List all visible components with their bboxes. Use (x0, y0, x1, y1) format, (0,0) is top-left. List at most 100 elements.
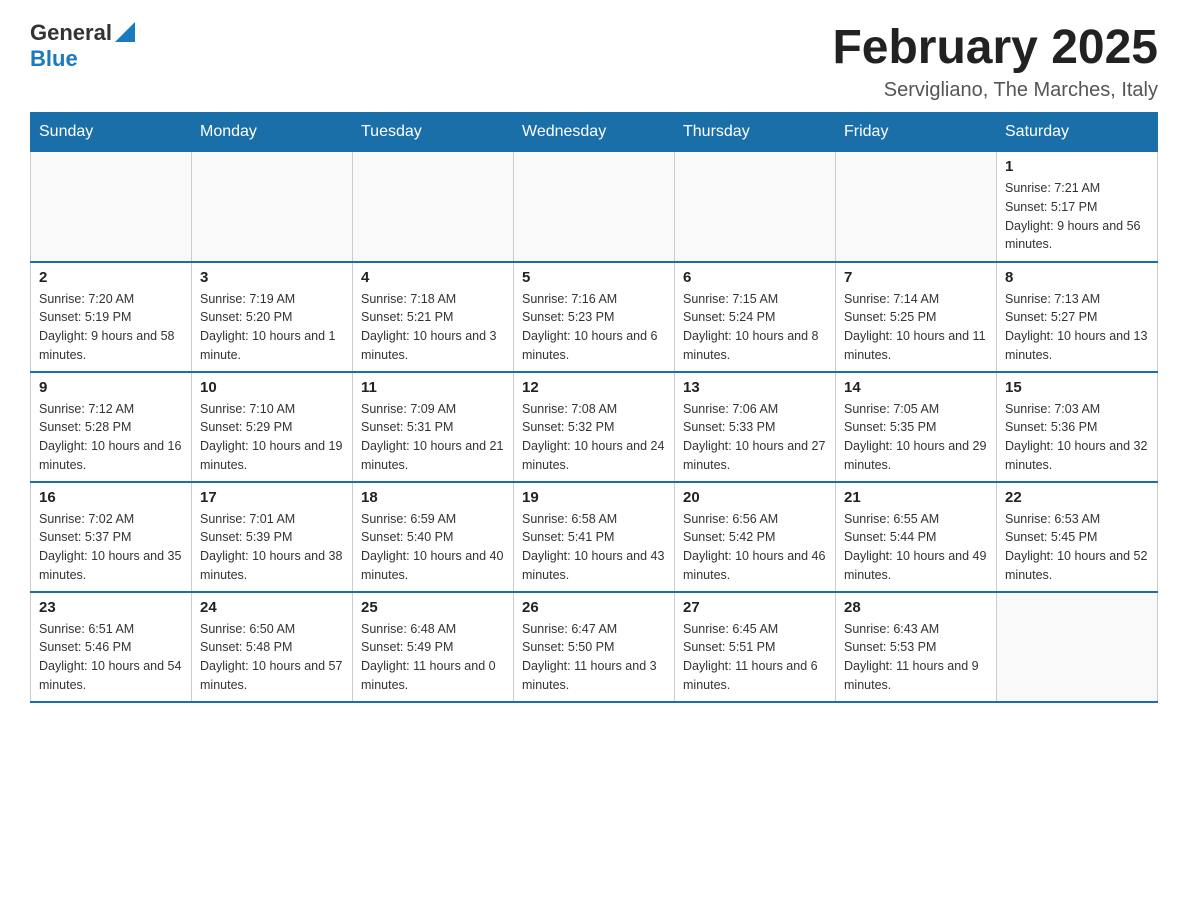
calendar-cell: 6 Sunrise: 7:15 AMSunset: 5:24 PMDaylight… (675, 262, 836, 372)
day-info: Sunrise: 6:53 AMSunset: 5:45 PMDaylight:… (1005, 510, 1149, 585)
calendar-cell (675, 152, 836, 262)
day-info: Sunrise: 6:50 AMSunset: 5:48 PMDaylight:… (200, 620, 344, 695)
week-row-5: 23Sunrise: 6:51 AMSunset: 5:46 PMDayligh… (31, 592, 1158, 702)
calendar-cell: 24 Sunrise: 6:50 AMSunset: 5:48 PMDayligh… (192, 592, 353, 702)
week-row-2: 2 Sunrise: 7:20 AMSunset: 5:19 PMDaylight… (31, 262, 1158, 372)
day-info: Sunrise: 7:15 AMSunset: 5:24 PMDaylight:… (683, 290, 827, 365)
day-number: 18 (361, 489, 505, 506)
day-info: Sunrise: 6:43 AMSunset: 5:53 PMDaylight:… (844, 620, 988, 695)
day-info: Sunrise: 6:55 AMSunset: 5:44 PMDaylight:… (844, 510, 988, 585)
calendar-cell: 10 Sunrise: 7:10 AMSunset: 5:29 PMDayligh… (192, 372, 353, 482)
day-number: 23 (39, 599, 183, 616)
day-info: Sunrise: 6:47 AMSunset: 5:50 PMDaylight:… (522, 620, 666, 695)
day-number: 8 (1005, 269, 1149, 286)
calendar-cell: 20 Sunrise: 6:56 AMSunset: 5:42 PMDayligh… (675, 482, 836, 592)
day-info: Sunrise: 7:03 AMSunset: 5:36 PMDaylight:… (1005, 400, 1149, 475)
day-number: 4 (361, 269, 505, 286)
day-info: Sunrise: 6:59 AMSunset: 5:40 PMDaylight:… (361, 510, 505, 585)
day-number: 1 (1005, 158, 1149, 175)
calendar-cell: 2 Sunrise: 7:20 AMSunset: 5:19 PMDaylight… (31, 262, 192, 372)
day-number: 20 (683, 489, 827, 506)
day-info: Sunrise: 7:02 AMSunset: 5:37 PMDaylight:… (39, 510, 183, 585)
calendar-cell: 25 Sunrise: 6:48 AMSunset: 5:49 PMDayligh… (353, 592, 514, 702)
day-of-week-wednesday: Wednesday (514, 113, 675, 152)
day-info: Sunrise: 7:14 AMSunset: 5:25 PMDaylight:… (844, 290, 988, 365)
calendar-cell (353, 152, 514, 262)
calendar-cell (997, 592, 1158, 702)
day-info: Sunrise: 7:05 AMSunset: 5:35 PMDaylight:… (844, 400, 988, 475)
day-number: 16 (39, 489, 183, 506)
calendar-body: 1 Sunrise: 7:21 AMSunset: 5:17 PMDaylight… (31, 152, 1158, 702)
day-number: 25 (361, 599, 505, 616)
day-info: Sunrise: 7:01 AMSunset: 5:39 PMDaylight:… (200, 510, 344, 585)
day-of-week-thursday: Thursday (675, 113, 836, 152)
calendar-cell: 11Sunrise: 7:09 AMSunset: 5:31 PMDayligh… (353, 372, 514, 482)
calendar-title: February 2025 (832, 20, 1158, 75)
days-of-week-row: SundayMondayTuesdayWednesdayThursdayFrid… (31, 113, 1158, 152)
calendar-cell: 22Sunrise: 6:53 AMSunset: 5:45 PMDayligh… (997, 482, 1158, 592)
calendar-cell: 18 Sunrise: 6:59 AMSunset: 5:40 PMDayligh… (353, 482, 514, 592)
logo-general-text: General (30, 21, 112, 45)
day-info: Sunrise: 7:13 AMSunset: 5:27 PMDaylight:… (1005, 290, 1149, 365)
calendar-cell (31, 152, 192, 262)
title-section: February 2025 Servigliano, The Marches, … (832, 20, 1158, 102)
calendar-cell (836, 152, 997, 262)
day-number: 6 (683, 269, 827, 286)
calendar-cell (514, 152, 675, 262)
day-info: Sunrise: 7:08 AMSunset: 5:32 PMDaylight:… (522, 400, 666, 475)
calendar-subtitle: Servigliano, The Marches, Italy (832, 79, 1158, 102)
day-number: 19 (522, 489, 666, 506)
day-number: 21 (844, 489, 988, 506)
day-info: Sunrise: 7:21 AMSunset: 5:17 PMDaylight:… (1005, 179, 1149, 254)
day-info: Sunrise: 7:06 AMSunset: 5:33 PMDaylight:… (683, 400, 827, 475)
week-row-1: 1 Sunrise: 7:21 AMSunset: 5:17 PMDaylight… (31, 152, 1158, 262)
day-number: 28 (844, 599, 988, 616)
day-number: 24 (200, 599, 344, 616)
logo-triangle-icon (115, 22, 135, 42)
calendar-cell: 19Sunrise: 6:58 AMSunset: 5:41 PMDayligh… (514, 482, 675, 592)
calendar-cell: 16 Sunrise: 7:02 AMSunset: 5:37 PMDayligh… (31, 482, 192, 592)
calendar-cell: 17 Sunrise: 7:01 AMSunset: 5:39 PMDayligh… (192, 482, 353, 592)
day-number: 13 (683, 379, 827, 396)
page-header: General Blue February 2025 Servigliano, … (30, 20, 1158, 102)
calendar-cell: 7 Sunrise: 7:14 AMSunset: 5:25 PMDaylight… (836, 262, 997, 372)
calendar-cell: 9 Sunrise: 7:12 AMSunset: 5:28 PMDaylight… (31, 372, 192, 482)
calendar-cell: 1 Sunrise: 7:21 AMSunset: 5:17 PMDaylight… (997, 152, 1158, 262)
day-number: 15 (1005, 379, 1149, 396)
day-info: Sunrise: 7:10 AMSunset: 5:29 PMDaylight:… (200, 400, 344, 475)
day-info: Sunrise: 7:20 AMSunset: 5:19 PMDaylight:… (39, 290, 183, 365)
day-of-week-monday: Monday (192, 113, 353, 152)
day-number: 14 (844, 379, 988, 396)
calendar-cell: 21 Sunrise: 6:55 AMSunset: 5:44 PMDayligh… (836, 482, 997, 592)
day-number: 17 (200, 489, 344, 506)
logo-blue-text: Blue (30, 46, 78, 71)
calendar-cell: 26 Sunrise: 6:47 AMSunset: 5:50 PMDayligh… (514, 592, 675, 702)
day-number: 12 (522, 379, 666, 396)
day-number: 27 (683, 599, 827, 616)
calendar-cell: 8 Sunrise: 7:13 AMSunset: 5:27 PMDaylight… (997, 262, 1158, 372)
day-number: 3 (200, 269, 344, 286)
calendar-cell (192, 152, 353, 262)
calendar-cell: 23Sunrise: 6:51 AMSunset: 5:46 PMDayligh… (31, 592, 192, 702)
day-of-week-tuesday: Tuesday (353, 113, 514, 152)
day-number: 9 (39, 379, 183, 396)
calendar-header: SundayMondayTuesdayWednesdayThursdayFrid… (31, 113, 1158, 152)
calendar-cell: 27 Sunrise: 6:45 AMSunset: 5:51 PMDayligh… (675, 592, 836, 702)
day-info: Sunrise: 6:48 AMSunset: 5:49 PMDaylight:… (361, 620, 505, 695)
day-number: 10 (200, 379, 344, 396)
day-info: Sunrise: 7:18 AMSunset: 5:21 PMDaylight:… (361, 290, 505, 365)
day-number: 2 (39, 269, 183, 286)
day-info: Sunrise: 6:45 AMSunset: 5:51 PMDaylight:… (683, 620, 827, 695)
calendar-cell: 28 Sunrise: 6:43 AMSunset: 5:53 PMDayligh… (836, 592, 997, 702)
day-number: 26 (522, 599, 666, 616)
week-row-4: 16 Sunrise: 7:02 AMSunset: 5:37 PMDayligh… (31, 482, 1158, 592)
day-number: 7 (844, 269, 988, 286)
calendar-table: SundayMondayTuesdayWednesdayThursdayFrid… (30, 112, 1158, 703)
day-info: Sunrise: 7:12 AMSunset: 5:28 PMDaylight:… (39, 400, 183, 475)
calendar-cell: 14 Sunrise: 7:05 AMSunset: 5:35 PMDayligh… (836, 372, 997, 482)
week-row-3: 9 Sunrise: 7:12 AMSunset: 5:28 PMDaylight… (31, 372, 1158, 482)
calendar-cell: 15 Sunrise: 7:03 AMSunset: 5:36 PMDayligh… (997, 372, 1158, 482)
calendar-cell: 5Sunrise: 7:16 AMSunset: 5:23 PMDaylight… (514, 262, 675, 372)
calendar-cell: 4 Sunrise: 7:18 AMSunset: 5:21 PMDaylight… (353, 262, 514, 372)
day-info: Sunrise: 6:56 AMSunset: 5:42 PMDaylight:… (683, 510, 827, 585)
